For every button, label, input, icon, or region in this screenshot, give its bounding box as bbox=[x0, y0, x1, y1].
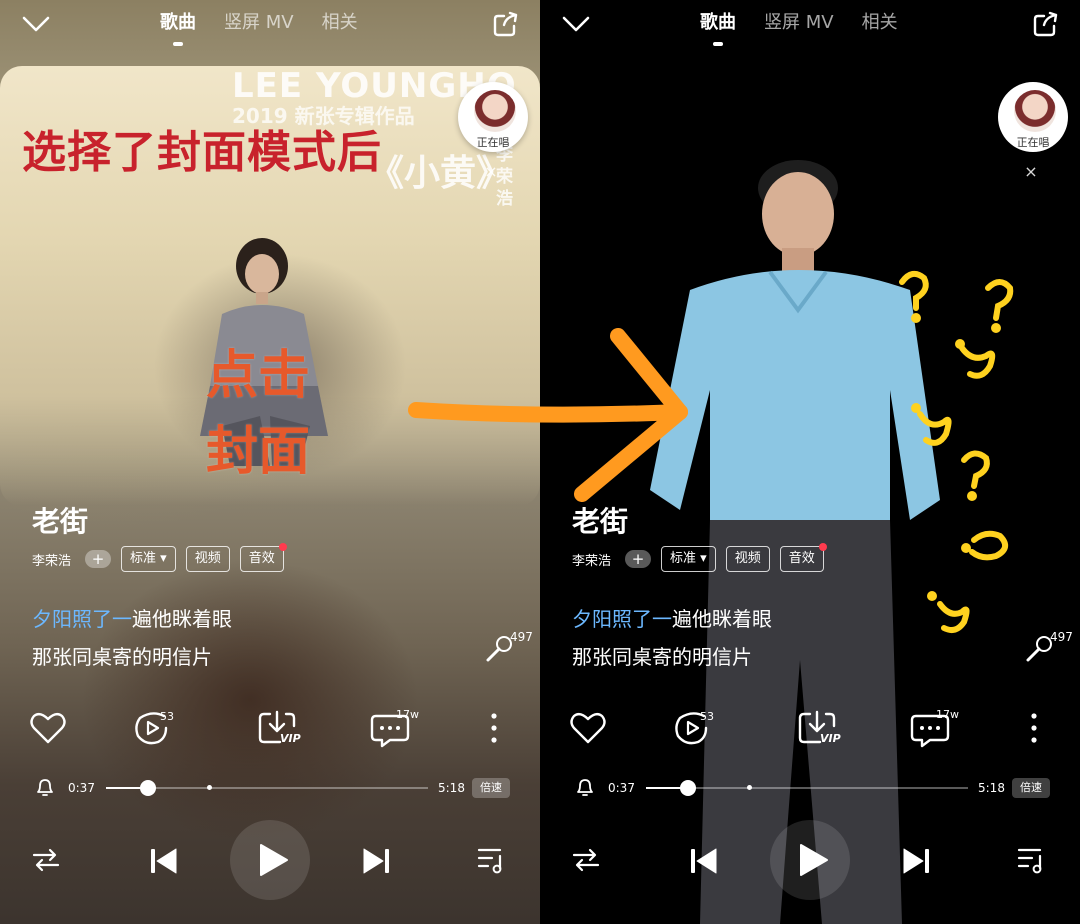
artist-name[interactable]: 李荣浩 bbox=[32, 550, 71, 569]
lyric-sung: 夕阳照了一 bbox=[32, 607, 132, 631]
shuffle-icon[interactable] bbox=[572, 846, 600, 874]
next-icon[interactable] bbox=[900, 844, 934, 878]
lyric-sung: 夕阳照了一 bbox=[572, 607, 672, 631]
chevron-down-icon[interactable] bbox=[560, 10, 592, 36]
now-singing-bubble[interactable]: 正在唱 bbox=[998, 82, 1068, 152]
song-meta: 李荣浩 + 标准 ▾ 视频 音效 bbox=[572, 543, 827, 572]
share-icon[interactable] bbox=[1032, 10, 1060, 38]
song-meta: 李荣浩 + 标准 ▾ 视频 音效 bbox=[32, 543, 287, 572]
video-button[interactable]: 视频 bbox=[725, 546, 770, 572]
follow-button[interactable]: + bbox=[625, 550, 652, 568]
tab-related[interactable]: 相关 bbox=[862, 8, 898, 34]
close-icon[interactable]: × bbox=[1023, 164, 1039, 180]
transport-controls bbox=[540, 820, 1080, 900]
play-button[interactable] bbox=[230, 820, 310, 900]
player-screen-photo-mode: 正在唱 × 歌曲 竖屏 MV 相关 老街 李荣浩 + 标准 ▾ 视频 音效 夕阳… bbox=[540, 0, 1080, 924]
player-screen-cover-mode: LEE YOUNGHO 2019 新张专辑作品 《小黄》 李荣浩 选择了封面模式… bbox=[0, 0, 540, 924]
tab-song[interactable]: 歌曲 bbox=[160, 8, 196, 34]
avatar bbox=[474, 90, 516, 132]
karaoke-count: 497 bbox=[1050, 630, 1073, 644]
heart-icon[interactable] bbox=[566, 706, 610, 750]
top-nav: 歌曲 竖屏 MV 相关 bbox=[540, 0, 1080, 50]
lyric-line-next[interactable]: 那张同桌寄的明信片 bbox=[32, 641, 212, 670]
bell-icon[interactable] bbox=[574, 776, 596, 798]
current-time: 0:37 bbox=[608, 781, 635, 795]
comment-count: 17w bbox=[396, 708, 419, 721]
now-singing-label: 正在唱 bbox=[1016, 136, 1050, 149]
progress-knob[interactable] bbox=[679, 780, 696, 796]
progress-bar[interactable] bbox=[646, 780, 968, 796]
artist-name[interactable]: 李荣浩 bbox=[572, 550, 611, 569]
video-button[interactable]: 视频 bbox=[185, 546, 230, 572]
annotation-click-cover: 点击封面 bbox=[206, 345, 311, 482]
heart-icon[interactable] bbox=[26, 706, 70, 750]
comment-count: 17w bbox=[936, 708, 959, 721]
tab-song[interactable]: 歌曲 bbox=[700, 8, 736, 34]
album-artist-vertical: 李荣浩 bbox=[496, 145, 513, 209]
song-title: 老街 bbox=[32, 505, 89, 538]
action-row: 53 VIP 17w bbox=[540, 706, 1080, 750]
previous-icon[interactable] bbox=[146, 844, 180, 878]
effect-button[interactable]: 音效 bbox=[239, 543, 287, 572]
play-count: 53 bbox=[160, 710, 174, 723]
annotation-cover-mode: 选择了封面模式后 bbox=[22, 127, 382, 178]
avatar bbox=[1014, 90, 1056, 132]
total-time: 5:18 bbox=[438, 781, 465, 795]
climax-marker bbox=[207, 785, 213, 790]
play-icon bbox=[800, 844, 828, 876]
playlist-icon[interactable] bbox=[1016, 844, 1048, 876]
progress-bar[interactable] bbox=[106, 780, 428, 796]
quality-button[interactable]: 标准 ▾ bbox=[661, 546, 716, 572]
notification-dot bbox=[818, 543, 827, 551]
progress-knob[interactable] bbox=[139, 780, 156, 796]
vip-badge: VIP bbox=[280, 732, 301, 745]
quality-label: 标准 bbox=[670, 551, 697, 566]
transport-controls bbox=[0, 820, 540, 900]
effect-label: 音效 bbox=[788, 551, 815, 566]
tab-vertical-mv[interactable]: 竖屏 MV bbox=[224, 8, 294, 34]
climax-marker bbox=[747, 785, 753, 790]
play-count: 53 bbox=[700, 710, 714, 723]
quality-button[interactable]: 标准 ▾ bbox=[121, 546, 176, 572]
now-singing-label: 正在唱 bbox=[476, 136, 510, 149]
close-icon[interactable]: × bbox=[483, 164, 499, 180]
current-time: 0:37 bbox=[68, 781, 95, 795]
lyric-unsung: 遍他眯着眼 bbox=[132, 607, 232, 631]
total-time: 5:18 bbox=[978, 781, 1005, 795]
top-nav: 歌曲 竖屏 MV 相关 bbox=[0, 0, 540, 50]
playlist-icon[interactable] bbox=[476, 844, 508, 876]
chevron-down-icon[interactable] bbox=[20, 10, 52, 36]
notification-dot bbox=[278, 543, 287, 551]
bell-icon[interactable] bbox=[34, 776, 56, 798]
tab-vertical-mv[interactable]: 竖屏 MV bbox=[764, 8, 834, 34]
speed-button[interactable]: 倍速 bbox=[472, 778, 510, 798]
lyric-unsung: 遍他眯着眼 bbox=[672, 607, 772, 631]
effect-label: 音效 bbox=[248, 551, 275, 566]
speed-button[interactable]: 倍速 bbox=[1012, 778, 1050, 798]
song-title: 老街 bbox=[572, 505, 629, 538]
tab-related[interactable]: 相关 bbox=[322, 8, 358, 34]
lyric-line-next[interactable]: 那张同桌寄的明信片 bbox=[572, 641, 752, 670]
next-icon[interactable] bbox=[360, 844, 394, 878]
action-row: 53 VIP 17w bbox=[0, 706, 540, 750]
follow-button[interactable]: + bbox=[85, 550, 112, 568]
more-icon[interactable] bbox=[472, 706, 516, 750]
more-icon[interactable] bbox=[1012, 706, 1056, 750]
vip-badge: VIP bbox=[820, 732, 841, 745]
previous-icon[interactable] bbox=[686, 844, 720, 878]
share-icon[interactable] bbox=[492, 10, 520, 38]
effect-button[interactable]: 音效 bbox=[779, 543, 827, 572]
play-button[interactable] bbox=[770, 820, 850, 900]
now-singing-bubble[interactable]: 正在唱 bbox=[458, 82, 528, 152]
lyric-line-current[interactable]: 夕阳照了一遍他眯着眼 bbox=[572, 603, 772, 632]
karaoke-count: 497 bbox=[510, 630, 533, 644]
play-icon bbox=[260, 844, 288, 876]
quality-label: 标准 bbox=[130, 551, 157, 566]
shuffle-icon[interactable] bbox=[32, 846, 60, 874]
lyric-line-current[interactable]: 夕阳照了一遍他眯着眼 bbox=[32, 603, 232, 632]
